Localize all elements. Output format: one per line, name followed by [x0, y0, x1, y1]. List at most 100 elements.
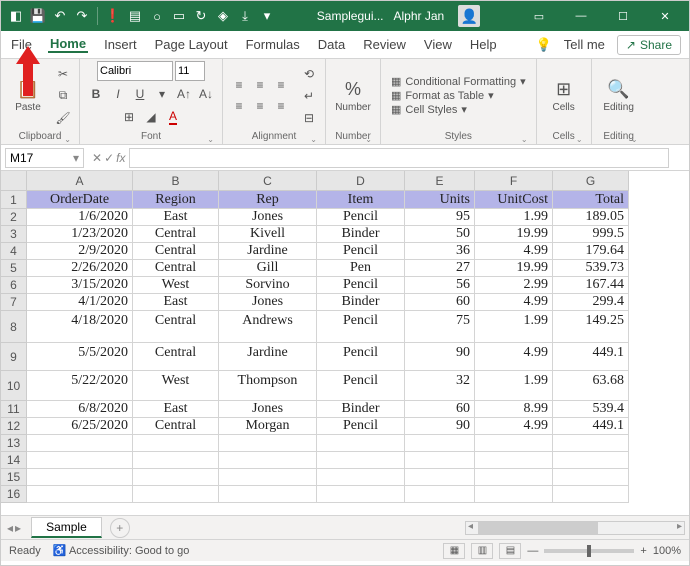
select-all-corner[interactable] — [1, 171, 27, 191]
data-cell[interactable]: 2/9/2020 — [27, 243, 133, 260]
data-cell[interactable]: 50 — [405, 226, 475, 243]
data-cell[interactable]: Central — [133, 418, 219, 435]
data-cell[interactable]: 1/6/2020 — [27, 209, 133, 226]
empty-cell[interactable] — [219, 486, 317, 503]
autosave-icon[interactable]: ◧ — [7, 7, 25, 25]
row-header[interactable]: 3 — [1, 226, 27, 243]
shrink-font-icon[interactable]: A↓ — [196, 84, 216, 104]
orientation-icon[interactable]: ⟲ — [299, 64, 319, 84]
merge-icon[interactable]: ⊟ — [299, 108, 319, 128]
empty-cell[interactable] — [317, 469, 405, 486]
empty-cell[interactable] — [133, 469, 219, 486]
empty-cell[interactable] — [405, 435, 475, 452]
redo-icon[interactable]: ↷ — [73, 7, 91, 25]
row-header[interactable]: 5 — [1, 260, 27, 277]
data-cell[interactable]: 90 — [405, 343, 475, 371]
row-header[interactable]: 12 — [1, 418, 27, 435]
font-size-select[interactable] — [175, 61, 205, 81]
data-cell[interactable]: Morgan — [219, 418, 317, 435]
tab-formulas[interactable]: Formulas — [244, 37, 302, 52]
copy-button[interactable]: ⧉ — [53, 86, 73, 106]
column-header[interactable]: D — [317, 171, 405, 191]
empty-cell[interactable] — [317, 452, 405, 469]
data-cell[interactable]: 4/1/2020 — [27, 294, 133, 311]
zoom-in-button[interactable]: + — [640, 545, 646, 557]
font-name-select[interactable] — [97, 61, 173, 81]
page-layout-view-button[interactable]: ▥ — [471, 543, 493, 559]
empty-cell[interactable] — [317, 435, 405, 452]
data-cell[interactable]: Jones — [219, 209, 317, 226]
prev-sheet-icon[interactable]: ◂ — [7, 521, 13, 535]
italic-button[interactable]: I — [108, 84, 128, 104]
data-cell[interactable]: Andrews — [219, 311, 317, 343]
qat-icon[interactable]: ○ — [148, 7, 166, 25]
cells-button[interactable]: ⊞ Cells — [543, 79, 585, 113]
accessibility-status[interactable]: ♿ Accessibility: Good to go — [53, 544, 190, 557]
row-header[interactable]: 4 — [1, 243, 27, 260]
data-cell[interactable]: Jones — [219, 401, 317, 418]
empty-cell[interactable] — [27, 469, 133, 486]
header-cell[interactable]: UnitCost — [475, 191, 553, 209]
data-cell[interactable]: East — [133, 294, 219, 311]
data-cell[interactable]: Central — [133, 311, 219, 343]
data-cell[interactable]: 539.4 — [553, 401, 629, 418]
data-cell[interactable]: 189.05 — [553, 209, 629, 226]
data-cell[interactable]: 27 — [405, 260, 475, 277]
tab-review[interactable]: Review — [361, 37, 408, 52]
tab-view[interactable]: View — [422, 37, 454, 52]
data-cell[interactable]: Pencil — [317, 311, 405, 343]
data-cell[interactable]: 5/5/2020 — [27, 343, 133, 371]
data-cell[interactable]: 4.99 — [475, 418, 553, 435]
data-cell[interactable]: 179.64 — [553, 243, 629, 260]
empty-cell[interactable] — [219, 452, 317, 469]
chevron-down-icon[interactable]: ▾ — [73, 151, 79, 165]
column-header[interactable]: C — [219, 171, 317, 191]
data-cell[interactable]: 32 — [405, 371, 475, 401]
zoom-slider[interactable] — [544, 549, 634, 553]
header-cell[interactable]: Total — [553, 191, 629, 209]
data-cell[interactable]: 60 — [405, 294, 475, 311]
tab-help[interactable]: Help — [468, 37, 499, 52]
data-cell[interactable]: 6/8/2020 — [27, 401, 133, 418]
align-left-icon[interactable]: ≡ — [229, 96, 249, 116]
formula-bar[interactable] — [129, 148, 669, 168]
row-header[interactable]: 2 — [1, 209, 27, 226]
data-cell[interactable]: 19.99 — [475, 260, 553, 277]
data-cell[interactable]: 449.1 — [553, 418, 629, 435]
row-header[interactable]: 7 — [1, 294, 27, 311]
data-cell[interactable]: Kivell — [219, 226, 317, 243]
data-cell[interactable]: Pen — [317, 260, 405, 277]
data-cell[interactable]: 60 — [405, 401, 475, 418]
empty-cell[interactable] — [317, 486, 405, 503]
font-color-button[interactable]: A — [163, 107, 183, 127]
empty-cell[interactable] — [475, 452, 553, 469]
fx-icon[interactable]: fx — [116, 151, 125, 165]
fill-color-button[interactable]: ◢ — [141, 107, 161, 127]
data-cell[interactable]: Gill — [219, 260, 317, 277]
page-break-view-button[interactable]: ▤ — [499, 543, 521, 559]
maximize-button[interactable]: ☐ — [603, 1, 643, 31]
empty-cell[interactable] — [475, 486, 553, 503]
header-cell[interactable]: OrderDate — [27, 191, 133, 209]
column-header[interactable]: A — [27, 171, 133, 191]
minimize-button[interactable]: — — [561, 1, 601, 31]
add-sheet-button[interactable]: + — [110, 518, 130, 538]
data-cell[interactable]: 95 — [405, 209, 475, 226]
undo-icon[interactable]: ↶ — [51, 7, 69, 25]
tab-page-layout[interactable]: Page Layout — [153, 37, 230, 52]
align-top-icon[interactable]: ≡ — [229, 75, 249, 95]
data-cell[interactable]: Jardine — [219, 243, 317, 260]
align-center-icon[interactable]: ≡ — [250, 96, 270, 116]
name-box[interactable]: M17▾ — [5, 148, 84, 168]
data-cell[interactable]: East — [133, 209, 219, 226]
cancel-formula-icon[interactable]: ✕ — [92, 151, 102, 165]
data-cell[interactable]: Binder — [317, 401, 405, 418]
row-header[interactable]: 13 — [1, 435, 27, 452]
qat-icon[interactable]: ⤓ — [236, 7, 254, 25]
bold-button[interactable]: B — [86, 84, 106, 104]
empty-cell[interactable] — [133, 452, 219, 469]
data-cell[interactable]: 449.1 — [553, 343, 629, 371]
data-cell[interactable]: Pencil — [317, 343, 405, 371]
data-cell[interactable]: 149.25 — [553, 311, 629, 343]
empty-cell[interactable] — [553, 486, 629, 503]
